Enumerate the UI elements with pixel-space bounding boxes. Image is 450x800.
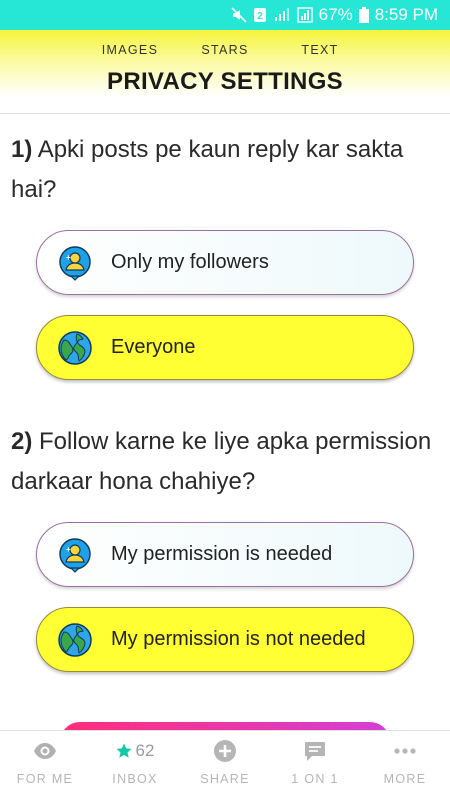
tab-images[interactable]: IMAGES [83, 43, 178, 57]
nav-label: 1 ON 1 [291, 772, 339, 786]
followers-icon: + [59, 245, 91, 281]
option-everyone[interactable]: Everyone [36, 315, 414, 380]
question-reply: 1) Apki posts pe kaun reply kar sakta ha… [11, 130, 441, 210]
question-number: 1) [11, 136, 33, 163]
nav-inbox[interactable]: 62 INBOX [90, 731, 180, 800]
option-label: Only my followers [111, 251, 269, 273]
status-bar: 2 67% 8:59 PM [0, 0, 450, 30]
nav-label: FOR ME [16, 772, 74, 786]
nav-for-me[interactable]: FOR ME [0, 731, 90, 800]
option-only-my-followers[interactable]: + Only my followers [36, 230, 414, 295]
more-dots-icon [394, 748, 416, 754]
star-icon [116, 743, 132, 758]
header-tabs: IMAGES STARS TEXT [0, 43, 450, 57]
battery-percent: 67% [318, 5, 353, 24]
svg-text:+: + [66, 545, 71, 554]
globe-icon [58, 330, 92, 365]
option-label: My permission is needed [111, 543, 333, 565]
question-text: Apki posts pe kaun reply kar sakta hai? [11, 136, 404, 203]
header: IMAGES STARS TEXT PRIVACY SETTINGS [0, 30, 450, 114]
tab-text[interactable]: TEXT [273, 43, 368, 57]
signal-2-icon [296, 7, 313, 23]
nav-label: MORE [383, 772, 427, 786]
nav-more[interactable]: MORE [360, 731, 450, 800]
nav-label: INBOX [112, 772, 158, 786]
question-text: Follow karne ke liye apka permission dar… [11, 428, 432, 495]
question-follow-permission: 2) Follow karne ke liye apka permission … [11, 422, 441, 502]
battery-icon [358, 7, 369, 23]
option-label: Everyone [111, 336, 196, 358]
nav-label: SHARE [200, 772, 250, 786]
notification-badge-icon: 2 [253, 7, 267, 23]
signal-icon [273, 7, 291, 23]
page-title: PRIVACY SETTINGS [107, 68, 343, 95]
mute-icon [231, 7, 247, 23]
question-number: 2) [11, 428, 33, 455]
bottom-nav: FOR ME 62 INBOX SHARE 1 ON 1 MORE [0, 730, 450, 800]
plus-icon [214, 740, 236, 762]
clock: 8:59 PM [374, 5, 438, 24]
save-button[interactable] [60, 722, 390, 730]
option-permission-not-needed[interactable]: My permission is not needed [36, 607, 414, 672]
option-permission-needed[interactable]: + My permission is needed [36, 522, 414, 587]
followers-icon: + [59, 537, 91, 573]
nav-share[interactable]: SHARE [180, 731, 270, 800]
nav-1-on-1[interactable]: 1 ON 1 [270, 731, 360, 800]
inbox-count: 62 [135, 741, 155, 760]
eye-icon [34, 743, 56, 759]
svg-text:2: 2 [257, 11, 263, 22]
chat-icon [305, 742, 325, 761]
svg-text:+: + [66, 253, 71, 262]
globe-icon [58, 622, 92, 657]
option-label: My permission is not needed [111, 628, 366, 650]
settings-content[interactable]: 1) Apki posts pe kaun reply kar sakta ha… [0, 116, 450, 730]
tab-stars[interactable]: STARS [178, 43, 273, 57]
